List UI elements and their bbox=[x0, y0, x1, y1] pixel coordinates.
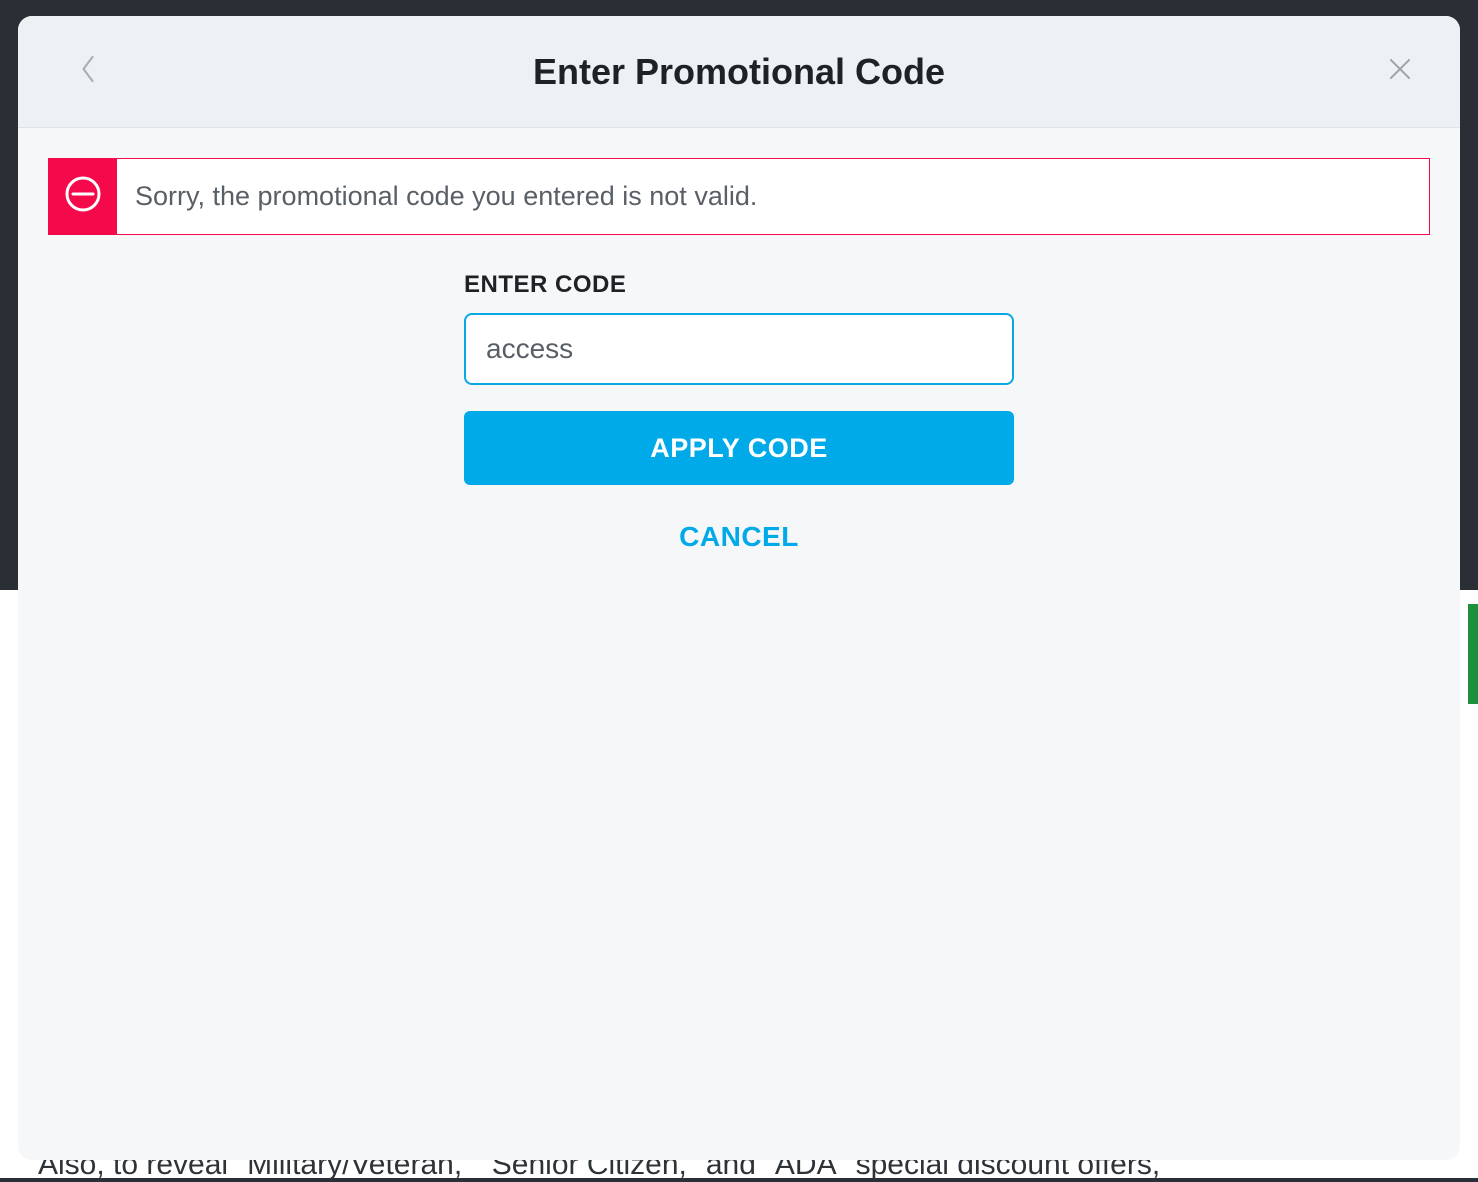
promo-form: ENTER CODE APPLY CODE CANCEL bbox=[464, 271, 1014, 553]
promo-code-input[interactable] bbox=[464, 313, 1014, 385]
cancel-button[interactable]: CANCEL bbox=[464, 521, 1014, 553]
error-message: Sorry, the promotional code you entered … bbox=[117, 159, 775, 234]
close-button[interactable] bbox=[1382, 54, 1418, 90]
close-icon bbox=[1387, 56, 1413, 87]
error-minus-circle-icon bbox=[63, 174, 103, 219]
promo-code-modal: Enter Promotional Code Sorry, the pro bbox=[18, 16, 1460, 1160]
back-button[interactable] bbox=[70, 54, 106, 90]
apply-code-button[interactable]: APPLY CODE bbox=[464, 411, 1014, 485]
modal-header: Enter Promotional Code bbox=[18, 16, 1460, 128]
error-icon-box bbox=[49, 159, 117, 234]
modal-title: Enter Promotional Code bbox=[533, 51, 945, 93]
error-alert: Sorry, the promotional code you entered … bbox=[48, 158, 1430, 235]
chevron-left-icon bbox=[79, 54, 97, 89]
code-field-label: ENTER CODE bbox=[464, 271, 1014, 299]
modal-body: Sorry, the promotional code you entered … bbox=[18, 128, 1460, 1160]
background-green-edge bbox=[1468, 604, 1478, 704]
